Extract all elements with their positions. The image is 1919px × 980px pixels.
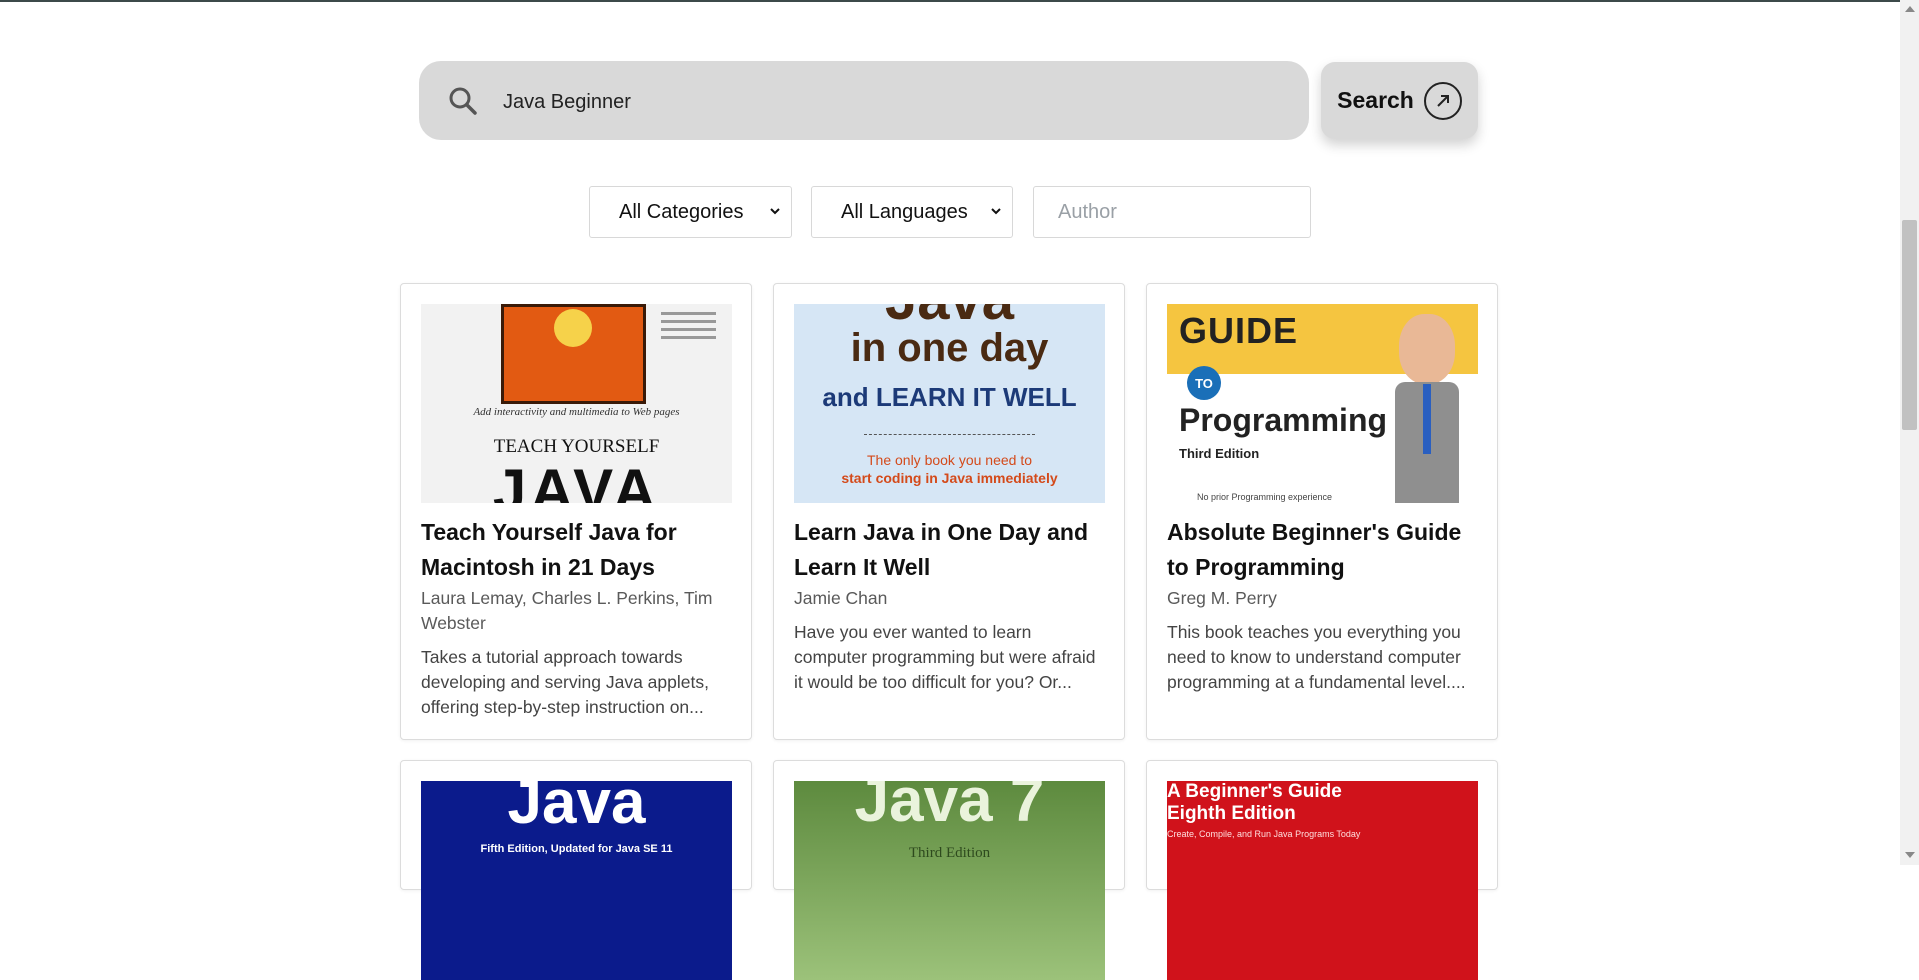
cover-tagline: Create, Compile, and Run Java Programs T…	[1167, 829, 1361, 839]
book-card[interactable]: A Beginner's Guide Eighth Edition Create…	[1146, 760, 1498, 980]
book-description: This book teaches you everything you nee…	[1167, 622, 1466, 692]
book-description: Takes a tutorial approach towards develo…	[421, 647, 709, 717]
cover-heading: A Beginner's Guide	[1167, 781, 1342, 802]
scroll-thumb[interactable]	[1902, 220, 1917, 430]
cover-to-badge: TO	[1187, 366, 1221, 400]
cover-person-illustration	[1389, 304, 1465, 503]
language-select-value: All Languages	[841, 200, 968, 223]
search-button[interactable]: Search	[1321, 62, 1478, 139]
cover-edition: Eighth Edition	[1167, 803, 1296, 824]
book-authors: Laura Lemay, Charles L. Perkins, Tim Web…	[421, 588, 713, 633]
cover-heading: GUIDE	[1179, 310, 1299, 351]
search-icon	[449, 87, 477, 115]
cover-tagline: The only book you need to	[866, 452, 1032, 468]
chevron-down-icon	[991, 208, 1001, 215]
chevron-down-icon	[770, 208, 780, 215]
cover-tagline-2: start coding in Java immediately	[841, 470, 1058, 486]
author-input[interactable]	[1033, 186, 1311, 238]
book-title[interactable]: Absolute Beginner's Guide to Programming	[1167, 515, 1482, 585]
cover-tagline: Add interactivity and multimedia to Web …	[473, 406, 680, 418]
book-title[interactable]: Teach Yourself Java for Macintosh in 21 …	[421, 515, 736, 585]
book-cover[interactable]: A Beginner's Guide Eighth Edition Create…	[1167, 781, 1478, 980]
cover-divider	[864, 434, 1035, 435]
cover-tagline: No prior Programming experience	[1197, 492, 1333, 502]
book-authors: Jamie Chan	[794, 588, 888, 608]
book-cover[interactable]: Java Fifth Edition, Updated for Java SE …	[421, 781, 732, 980]
book-cover[interactable]: GUIDE TO Programming Third Edition No pr…	[1167, 304, 1478, 503]
book-cover[interactable]: Add interactivity and multimedia to Web …	[421, 304, 732, 503]
top-border	[0, 0, 1900, 2]
book-authors: Greg M. Perry	[1167, 588, 1277, 608]
book-card[interactable]: Java 7 Third Edition	[773, 760, 1125, 980]
book-card[interactable]: GUIDE TO Programming Third Edition No pr…	[1146, 283, 1498, 740]
cover-big-title: Java 7	[854, 781, 1045, 835]
cover-heading: in one day	[850, 326, 1049, 370]
cover-subheading: and LEARN IT WELL	[822, 382, 1077, 412]
cover-big-title: JAVA	[492, 457, 661, 503]
scroll-down-arrow-icon[interactable]	[1905, 852, 1915, 858]
book-title[interactable]: Learn Java in One Day and Learn It Well	[794, 515, 1109, 585]
book-cover[interactable]: Java in one day and LEARN IT WELL The on…	[794, 304, 1105, 503]
search-input[interactable]	[501, 79, 1265, 125]
cover-big-title: Java	[507, 781, 646, 837]
search-bar[interactable]	[419, 61, 1309, 140]
cover-edition: Third Edition	[908, 845, 991, 861]
book-cover[interactable]: Java 7 Third Edition	[794, 781, 1105, 980]
book-description: Have you ever wanted to learn computer p…	[794, 622, 1096, 692]
arrow-up-right-icon	[1423, 81, 1462, 120]
search-button-label: Search	[1337, 87, 1414, 113]
language-select[interactable]: All Languages	[811, 186, 1013, 238]
cover-clock-art	[501, 304, 646, 404]
cover-edition: Third Edition	[1179, 446, 1260, 461]
cover-heading: TEACH YOURSELF	[493, 436, 660, 457]
vertical-scrollbar[interactable]	[1900, 0, 1919, 865]
cover-big-title: Programming	[1179, 402, 1388, 438]
book-card[interactable]: Java in one day and LEARN IT WELL The on…	[773, 283, 1125, 740]
cover-edition: Fifth Edition, Updated for Java SE 11	[480, 843, 673, 855]
book-card[interactable]: Add interactivity and multimedia to Web …	[400, 283, 752, 740]
scroll-up-arrow-icon[interactable]	[1905, 6, 1915, 12]
category-select-value: All Categories	[619, 200, 744, 223]
cover-small-text-lines	[661, 312, 716, 339]
category-select[interactable]: All Categories	[589, 186, 792, 238]
book-card[interactable]: Java Fifth Edition, Updated for Java SE …	[400, 760, 752, 980]
